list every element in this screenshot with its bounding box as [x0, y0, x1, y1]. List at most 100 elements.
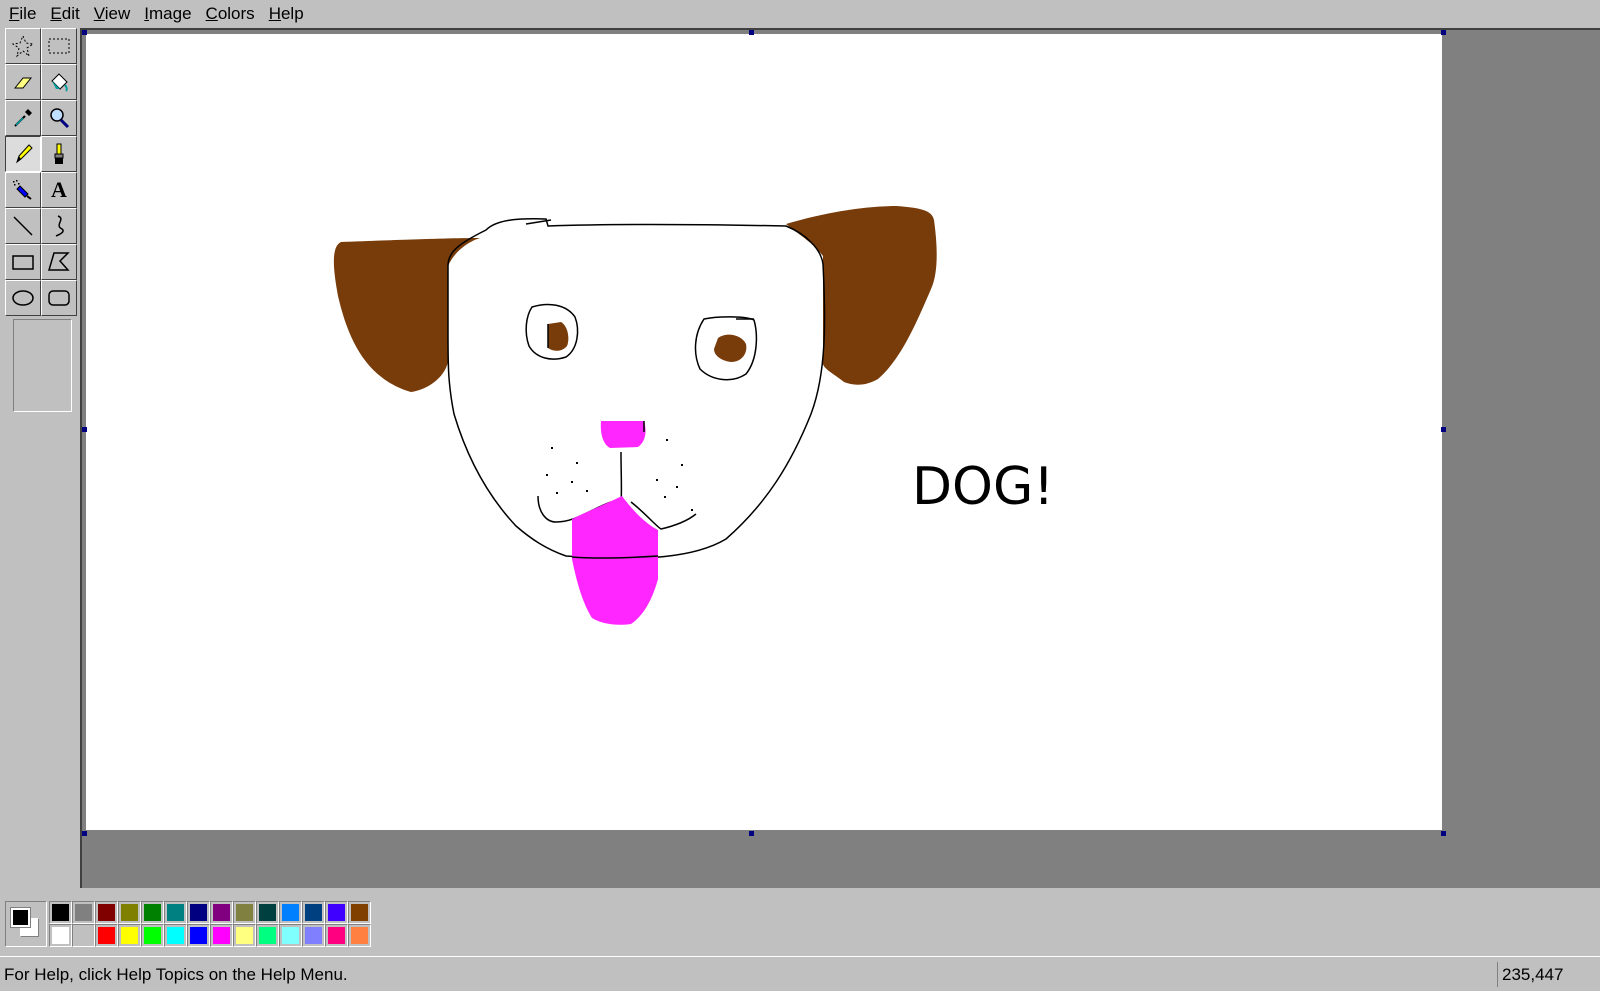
left-ear — [333, 238, 480, 392]
palette-swatch[interactable] — [279, 901, 302, 924]
menu-label: ile — [19, 4, 37, 23]
menu-accelerator: E — [50, 4, 62, 23]
resize-handle-bottom-middle[interactable] — [749, 831, 754, 836]
palette-swatch[interactable] — [233, 901, 256, 924]
magnifier-icon — [46, 105, 72, 131]
palette-swatch[interactable] — [302, 924, 325, 947]
palette-swatch[interactable] — [72, 924, 95, 947]
airbrush-icon — [10, 177, 36, 203]
brush-icon — [46, 141, 72, 167]
palette-swatch[interactable] — [348, 901, 371, 924]
menu-label: mage — [149, 4, 192, 23]
select-tool[interactable] — [41, 28, 77, 64]
resize-handle-top-middle — [749, 30, 754, 35]
palette-swatch[interactable] — [164, 924, 187, 947]
text-icon: A — [51, 177, 67, 202]
pick-color-tool[interactable] — [5, 100, 41, 136]
resize-handle-top-left — [82, 30, 87, 35]
polygon-icon — [46, 249, 72, 275]
pencil-icon — [10, 141, 36, 167]
polygon-tool[interactable] — [41, 244, 77, 280]
nose — [600, 421, 646, 448]
menu-colors[interactable]: Colors — [199, 2, 262, 26]
current-colors[interactable] — [5, 901, 47, 947]
line-tool[interactable] — [5, 208, 41, 244]
rectangle-icon — [10, 249, 36, 275]
palette-swatch[interactable] — [233, 924, 256, 947]
canvas-workspace: DOG! — [80, 28, 1600, 888]
ellipse-icon — [10, 285, 36, 311]
head-outline — [447, 218, 826, 560]
menu-accelerator: C — [205, 4, 218, 23]
palette-swatch[interactable] — [164, 901, 187, 924]
right-ear — [786, 206, 937, 385]
color-palette — [49, 901, 371, 947]
menu-label: olors — [217, 4, 255, 23]
magnifier-tool[interactable] — [41, 100, 77, 136]
palette-swatch[interactable] — [302, 901, 325, 924]
ellipse-tool[interactable] — [5, 280, 41, 316]
status-coordinates: 235,447 — [1497, 962, 1597, 987]
palette-swatch[interactable] — [187, 901, 210, 924]
menu-label: iew — [104, 4, 131, 23]
status-bar: For Help, click Help Topics on the Help … — [0, 956, 1600, 991]
tool-grid: A — [5, 28, 77, 316]
palette-swatch[interactable] — [49, 901, 72, 924]
rectangle-tool[interactable] — [5, 244, 41, 280]
palette-swatch[interactable] — [49, 924, 72, 947]
palette-swatch[interactable] — [141, 924, 164, 947]
right-eye-pupil — [714, 334, 747, 362]
menu-image[interactable]: Image — [137, 2, 198, 26]
palette-swatch[interactable] — [95, 901, 118, 924]
palette-swatch[interactable] — [95, 924, 118, 947]
resize-handle-middle-right[interactable] — [1441, 427, 1446, 432]
palette-swatch[interactable] — [187, 924, 210, 947]
pencil-tool[interactable] — [5, 136, 41, 172]
menu-help[interactable]: Help — [262, 2, 311, 26]
palette-swatch[interactable] — [210, 901, 233, 924]
curve-icon — [46, 213, 72, 239]
airbrush-tool[interactable] — [5, 172, 41, 208]
curve-tool[interactable] — [41, 208, 77, 244]
drawing-canvas[interactable]: DOG! — [86, 34, 1442, 830]
palette-swatch[interactable] — [348, 924, 371, 947]
palette-swatch[interactable] — [325, 901, 348, 924]
palette-swatch[interactable] — [118, 901, 141, 924]
resize-handle-top-right — [1441, 30, 1446, 35]
text-tool[interactable]: A — [41, 172, 77, 208]
menu-label: dit — [61, 4, 80, 23]
eyedropper-icon — [10, 105, 36, 131]
palette-swatch[interactable] — [72, 901, 95, 924]
free-form-select-tool[interactable] — [5, 28, 41, 64]
palette-swatch[interactable] — [118, 924, 141, 947]
eraser-tool[interactable] — [5, 64, 41, 100]
rounded-rectangle-icon — [46, 285, 72, 311]
brush-tool[interactable] — [41, 136, 77, 172]
menu-label: elp — [280, 4, 304, 23]
paint-bucket-icon — [46, 69, 72, 95]
fill-tool[interactable] — [41, 64, 77, 100]
menu-accelerator: H — [268, 4, 281, 23]
palette-swatch[interactable] — [325, 924, 348, 947]
menu-edit[interactable]: Edit — [43, 2, 86, 26]
foreground-color-swatch — [10, 907, 31, 928]
palette-swatch[interactable] — [256, 901, 279, 924]
rounded-rectangle-tool[interactable] — [41, 280, 77, 316]
palette-swatch[interactable] — [279, 924, 302, 947]
palette-swatch[interactable] — [210, 924, 233, 947]
menu-file[interactable]: File — [2, 2, 43, 26]
drawing: DOG! — [333, 206, 1054, 625]
status-help-text: For Help, click Help Topics on the Help … — [4, 965, 348, 984]
resize-handle-middle-left — [82, 427, 87, 432]
color-box — [0, 888, 1600, 956]
palette-swatch[interactable] — [141, 901, 164, 924]
menu-accelerator: V — [93, 4, 105, 23]
resize-handle-bottom-right[interactable] — [1441, 831, 1446, 836]
palette-swatch[interactable] — [256, 924, 279, 947]
star-select-icon — [10, 33, 36, 59]
rect-select-icon — [46, 33, 72, 59]
dog-text: DOG! — [912, 457, 1054, 517]
menu-view[interactable]: View — [87, 2, 138, 26]
line-icon — [10, 213, 36, 239]
tool-options-panel[interactable] — [13, 319, 72, 412]
